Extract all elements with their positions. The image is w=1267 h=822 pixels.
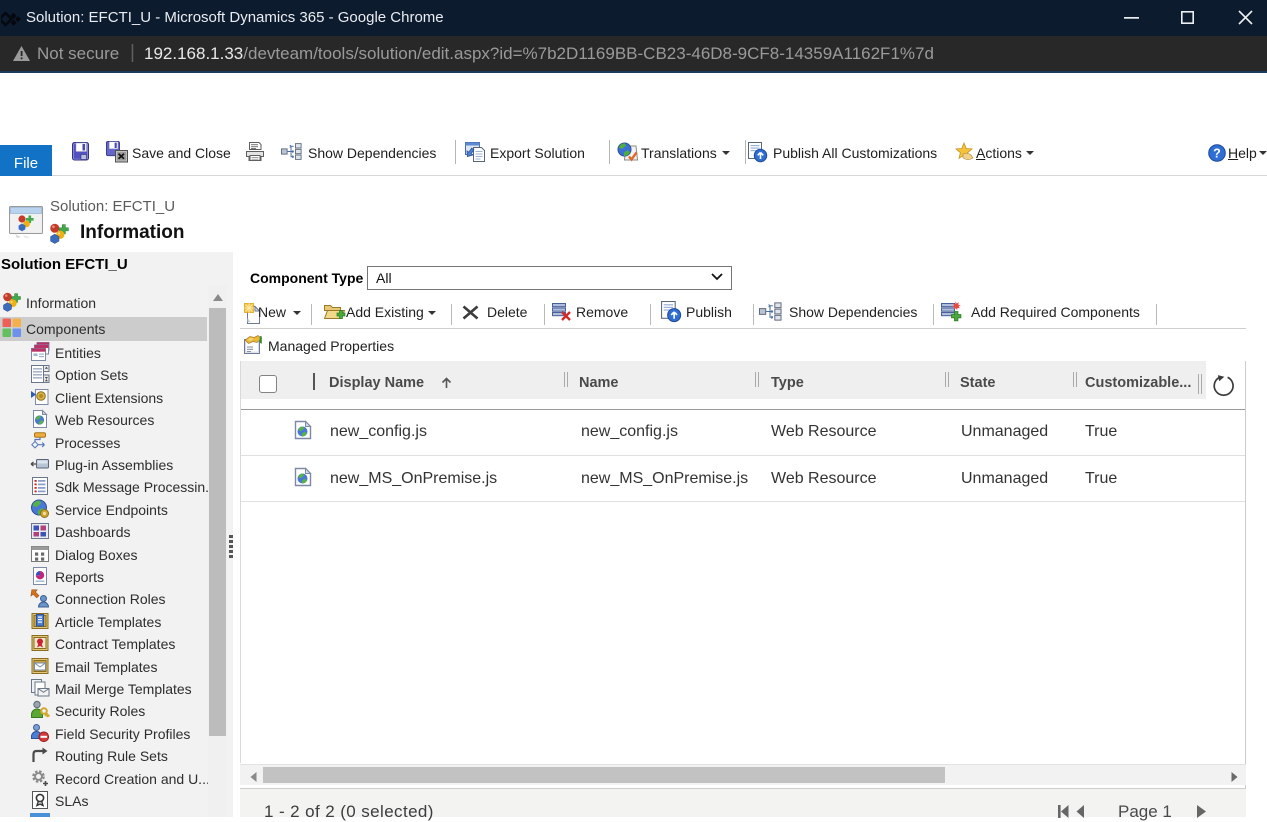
svg-text:?: ? xyxy=(1213,146,1221,160)
